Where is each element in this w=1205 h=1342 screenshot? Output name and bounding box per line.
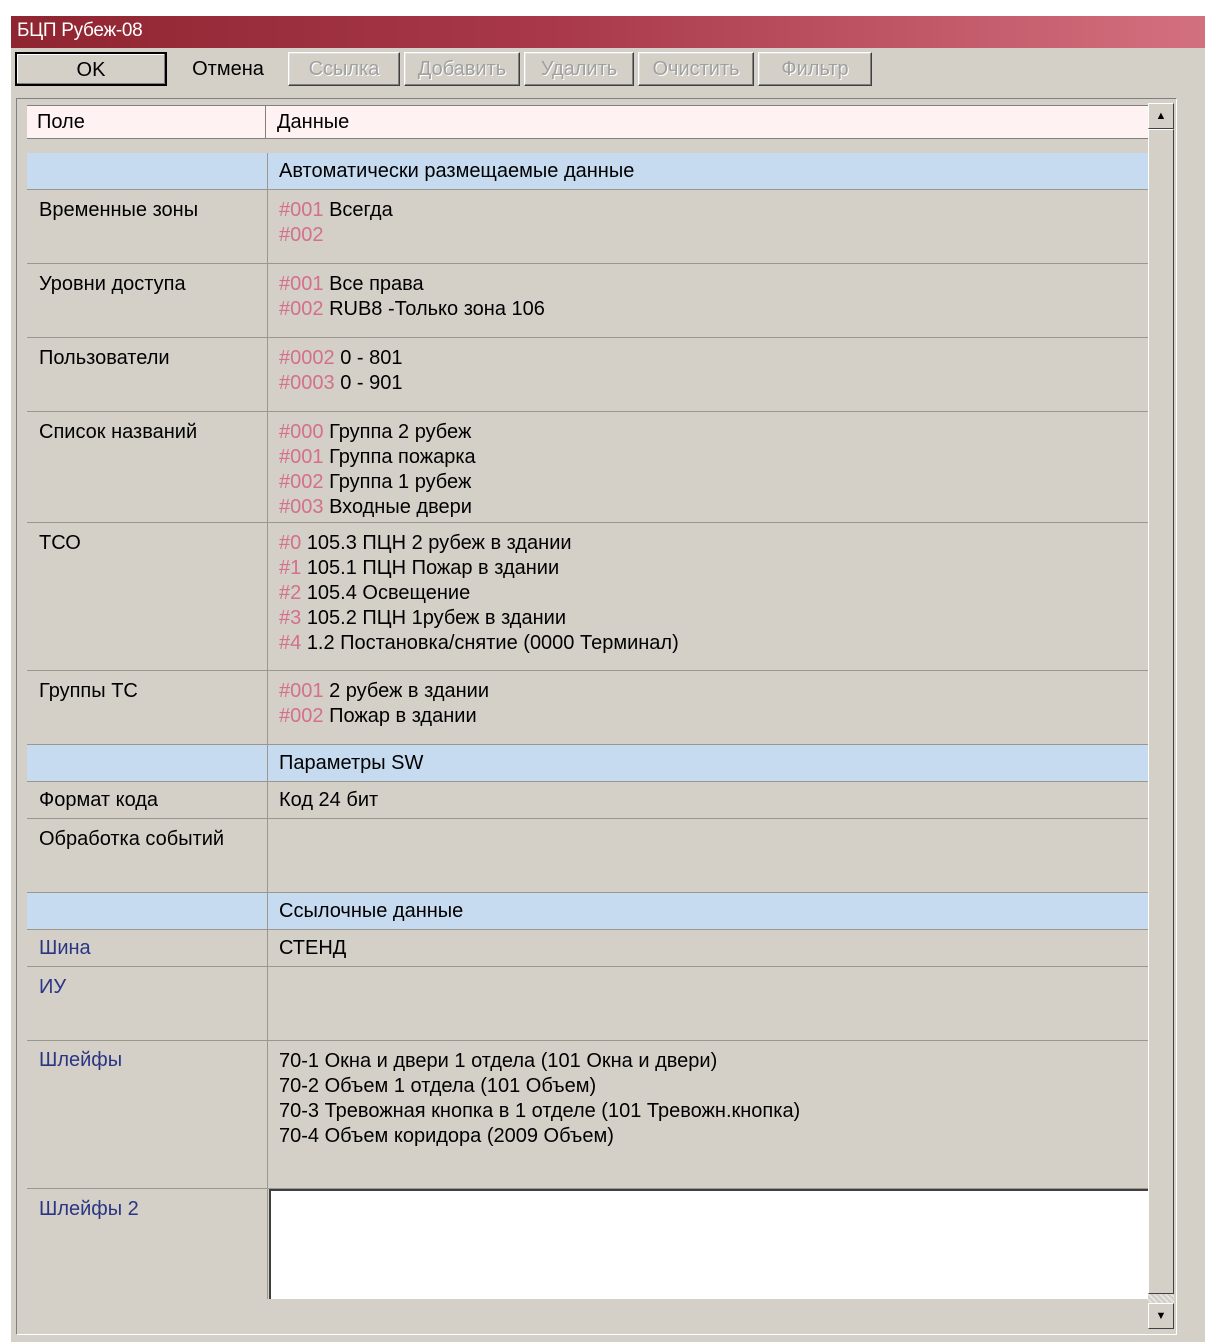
- editor-window: БЦП Рубеж-08 OK Отмена Ссылка Добавить У…: [10, 16, 1205, 1342]
- field-label: Пользователи: [39, 347, 170, 369]
- field-label: Формат кода: [39, 789, 159, 811]
- grid-header: Поле Данные: [27, 105, 1157, 139]
- section-title: Автоматически размещаемые данные: [279, 160, 635, 182]
- field-label: Список названий: [39, 421, 198, 443]
- field-label: ТСО: [39, 532, 81, 554]
- grid-rows: Автоматически размещаемые данные Временн…: [27, 153, 1151, 1299]
- ok-button[interactable]: OK: [15, 52, 167, 86]
- add-button[interactable]: Добавить: [404, 52, 520, 86]
- field-value: Код 24 бит: [279, 789, 379, 811]
- scroll-down-icon[interactable]: ▼: [1148, 1303, 1174, 1329]
- row-event-processing[interactable]: Обработка событий: [27, 819, 1149, 893]
- field-value: #0002 0 - 801 #0003 0 - 901: [279, 347, 403, 394]
- loops-2-edit-field[interactable]: [269, 1189, 1151, 1299]
- section-ref-data: Ссылочные данные: [27, 893, 1149, 930]
- vertical-scrollbar[interactable]: ▲ ▼: [1148, 103, 1174, 1329]
- clear-button[interactable]: Очистить: [638, 52, 754, 86]
- row-time-zones[interactable]: Временные зоны #001 Всегда #002: [27, 190, 1149, 264]
- scroll-up-icon[interactable]: ▲: [1148, 103, 1174, 129]
- field-label: Шина: [39, 937, 91, 959]
- row-users[interactable]: Пользователи #0002 0 - 801 #0003 0 - 901: [27, 338, 1149, 412]
- field-label: Обработка событий: [39, 828, 225, 850]
- toolbar: OK Отмена Ссылка Добавить Удалить Очисти…: [11, 52, 1205, 90]
- delete-button[interactable]: Удалить: [524, 52, 634, 86]
- field-value: #001 Все права #002 RUB8 -Только зона 10…: [279, 273, 545, 320]
- row-names-list[interactable]: Список названий #000 Группа 2 рубеж #001…: [27, 412, 1149, 523]
- field-value: #001 2 рубеж в здании #002 Пожар в здани…: [279, 680, 490, 727]
- window-title: БЦП Рубеж-08: [17, 20, 143, 41]
- field-value: 70-1 Окна и двери 1 отдела (101 Окна и д…: [279, 1050, 801, 1147]
- field-label: Шлейфы 2: [39, 1198, 139, 1220]
- field-label: Уровни доступа: [39, 273, 186, 295]
- field-value: #001 Всегда #002: [279, 199, 393, 246]
- header-field: Поле: [37, 111, 85, 133]
- header-data[interactable]: Данные: [277, 111, 349, 134]
- link-button[interactable]: Ссылка: [288, 52, 400, 86]
- field-label: Шлейфы: [39, 1049, 123, 1071]
- title-bar: БЦП Рубеж-08: [11, 16, 1205, 48]
- row-loops-2[interactable]: Шлейфы 2: [27, 1189, 1151, 1299]
- filter-button[interactable]: Фильтр: [758, 52, 872, 86]
- field-label: ИУ: [39, 976, 67, 998]
- section-auto-data: Автоматически размещаемые данные: [27, 153, 1149, 190]
- row-code-format[interactable]: Формат кода Код 24 бит: [27, 782, 1149, 819]
- row-iu[interactable]: ИУ: [27, 967, 1149, 1041]
- section-sw-params: Параметры SW: [27, 745, 1149, 782]
- properties-grid: Поле Данные Автоматически размещаемые да…: [16, 98, 1177, 1335]
- row-tso[interactable]: ТСО #0 105.3 ПЦН 2 рубеж в здании #1 105…: [27, 523, 1149, 671]
- row-bus[interactable]: Шина СТЕНД: [27, 930, 1149, 967]
- cancel-button[interactable]: Отмена: [173, 52, 283, 86]
- field-value: #0 105.3 ПЦН 2 рубеж в здании #1 105.1 П…: [279, 532, 679, 654]
- section-title: Ссылочные данные: [279, 900, 464, 922]
- row-tc-groups[interactable]: Группы ТС #001 2 рубеж в здании #002 Пож…: [27, 671, 1149, 745]
- scroll-thumb[interactable]: [1148, 129, 1174, 1294]
- field-value: #000 Группа 2 рубеж #001 Группа пожарка …: [279, 421, 476, 518]
- field-label: Группы ТС: [39, 680, 138, 702]
- header-field-cell[interactable]: Поле: [27, 106, 266, 138]
- field-label: Временные зоны: [39, 199, 199, 221]
- field-value: СТЕНД: [279, 937, 347, 959]
- section-title: Параметры SW: [279, 752, 424, 774]
- row-loops[interactable]: Шлейфы 70-1 Окна и двери 1 отдела (101 О…: [27, 1041, 1149, 1189]
- row-access-levels[interactable]: Уровни доступа #001 Все права #002 RUB8 …: [27, 264, 1149, 338]
